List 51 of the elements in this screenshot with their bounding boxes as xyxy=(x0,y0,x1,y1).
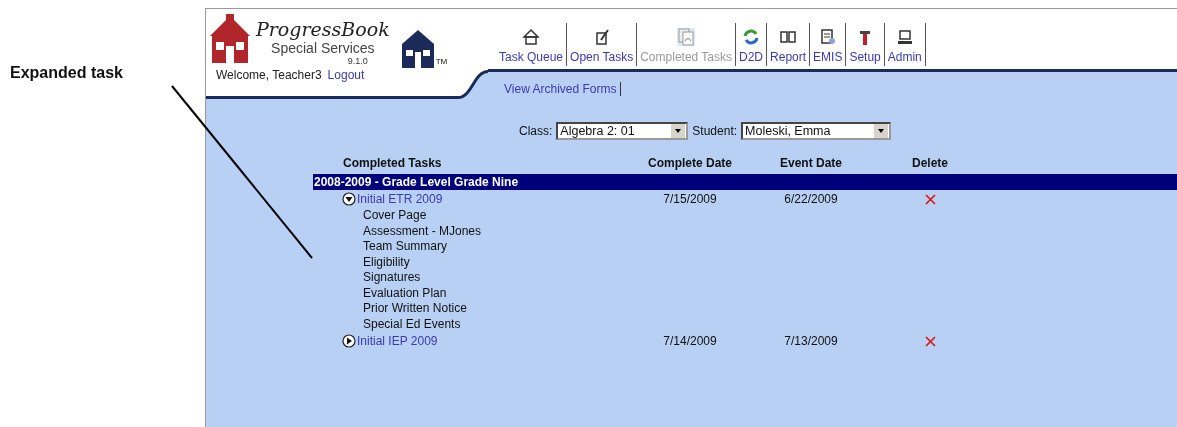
filter-label: Class: xyxy=(519,124,553,138)
pages-icon xyxy=(677,28,696,46)
nav-tab[interactable]: Report xyxy=(767,23,811,66)
task-section-item[interactable]: Special Ed Events xyxy=(363,316,461,332)
logo-title: ProgressBook xyxy=(256,18,390,40)
computer-icon xyxy=(895,28,914,46)
expand-icon[interactable] xyxy=(342,334,356,348)
delete-icon[interactable] xyxy=(924,193,936,205)
task-section-item[interactable]: Team Summary xyxy=(363,239,448,255)
task-section-item[interactable]: Assessment - MJones xyxy=(363,223,482,239)
nav-tab[interactable]: Task Queue xyxy=(496,23,568,66)
column-header: Delete xyxy=(911,156,949,170)
column-header: Completed Tasks xyxy=(342,156,443,170)
task-section-item[interactable]: Eligibility xyxy=(363,254,410,270)
logout-link[interactable]: Logout xyxy=(327,68,365,82)
task-link[interactable]: Initial IEP 2009 xyxy=(357,334,438,348)
version-label: 9.1.0 xyxy=(347,56,368,66)
trademark: TM xyxy=(435,57,448,66)
group-header: 2008-2009 - Grade Level Grade Nine xyxy=(313,174,1177,190)
task-section-item[interactable]: Cover Page xyxy=(363,208,427,224)
nav-tab[interactable]: Open Tasks xyxy=(567,23,638,66)
task-link[interactable]: Initial ETR 2009 xyxy=(357,192,443,206)
caret-icon xyxy=(671,124,686,138)
delete-icon[interactable] xyxy=(924,335,936,347)
book-icon xyxy=(779,28,798,46)
logo-subtitle: Special Services xyxy=(271,40,375,56)
task-section-item[interactable]: Prior Written Notice xyxy=(363,301,467,317)
filter-label: Student: xyxy=(692,124,738,138)
house-icon xyxy=(399,28,436,68)
nav-tab[interactable]: Setup xyxy=(846,23,885,66)
dropdown[interactable]: Moleski, Emma xyxy=(741,122,892,140)
dropdown[interactable]: Algebra 2: 01 xyxy=(556,122,689,140)
welcome-text: Welcome, Teacher3 xyxy=(216,68,322,82)
nav-tab[interactable]: Admin xyxy=(884,23,926,66)
nav-tab[interactable]: EMIS xyxy=(810,23,847,66)
caret-icon xyxy=(874,124,889,138)
task-section-item[interactable]: Signatures xyxy=(363,270,421,286)
table-cell-text: 6/22/2009 xyxy=(783,192,839,206)
column-header: Complete Date xyxy=(647,156,733,170)
nav-tab[interactable]: D2D xyxy=(736,23,768,66)
collapse-icon[interactable] xyxy=(342,192,356,206)
column-header: Event Date xyxy=(779,156,843,170)
table-cell-text: 7/13/2009 xyxy=(783,334,839,348)
sync-icon xyxy=(742,28,761,46)
document-icon xyxy=(818,28,837,46)
house-icon xyxy=(522,28,540,46)
task-section-item[interactable]: Evaluation Plan xyxy=(363,285,447,301)
annotation-label: Expanded task xyxy=(10,64,123,82)
table-cell-text: 7/14/2009 xyxy=(662,334,718,348)
table-cell-text: 7/15/2009 xyxy=(662,192,718,206)
archived-forms-link[interactable]: View Archived Forms xyxy=(504,82,622,96)
